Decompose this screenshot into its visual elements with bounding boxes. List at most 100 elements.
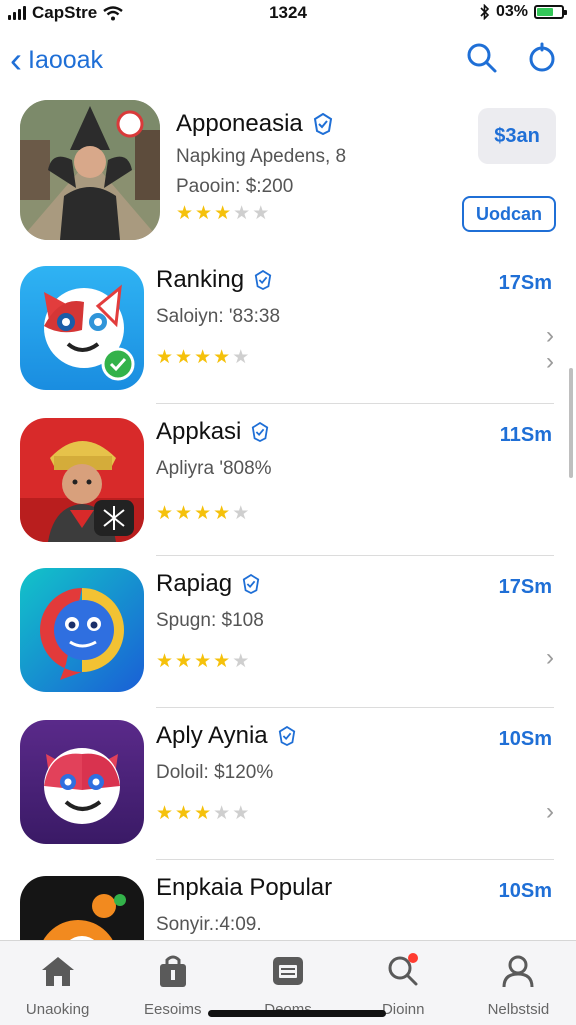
app-subtitle: Saloiyn: '83:38 bbox=[156, 306, 281, 327]
app-title: Aply Aynia bbox=[156, 722, 296, 750]
star-empty-icon: ★ bbox=[232, 651, 250, 672]
tab-label: Unaoking bbox=[25, 1001, 90, 1018]
star-filled-icon: ★ bbox=[176, 203, 194, 224]
rating-stars: ★ ★ ★ ★ ★ bbox=[156, 804, 249, 823]
star-filled-icon: ★ bbox=[175, 347, 193, 368]
tab-label: Nelbstsid bbox=[487, 1001, 550, 1018]
app-name: Appkasi bbox=[156, 418, 242, 445]
verified-badge-icon bbox=[313, 113, 332, 135]
star-empty-icon: ★ bbox=[252, 203, 270, 224]
back-label: Iaooak bbox=[28, 45, 104, 74]
nav-actions bbox=[466, 42, 558, 74]
app-list: Apponeasia Napking Apedens, 8 Paooin: $:… bbox=[0, 96, 576, 1012]
featured-app-title: Apponeasia bbox=[176, 110, 333, 138]
refresh-icon[interactable] bbox=[526, 42, 558, 74]
star-empty-icon: ★ bbox=[232, 347, 250, 368]
chevron-right-icon[interactable]: › bbox=[546, 348, 554, 376]
app-title: Ranking bbox=[156, 266, 272, 294]
star-filled-icon: ★ bbox=[213, 347, 231, 368]
battery-percent: 03% bbox=[495, 3, 528, 20]
get-button[interactable]: $3an bbox=[478, 108, 556, 164]
price-label[interactable]: 17Sm bbox=[499, 576, 552, 599]
app-title: Enpkaia Popular bbox=[156, 874, 332, 902]
chevron-right-icon[interactable]: › bbox=[546, 798, 554, 826]
star-filled-icon: ★ bbox=[156, 651, 174, 672]
star-filled-icon: ★ bbox=[213, 651, 231, 672]
home-icon bbox=[41, 957, 74, 986]
verified-badge-icon bbox=[242, 574, 260, 594]
verified-badge-icon bbox=[254, 270, 272, 290]
star-filled-icon: ★ bbox=[175, 503, 193, 524]
list-item[interactable]: Ranking Saloiyn: '83:38 ★ ★ ★ ★ ★ 17Sm › › bbox=[0, 252, 576, 404]
tab-ranking[interactable]: Unaoking bbox=[0, 941, 115, 1025]
chevron-right-icon[interactable]: › bbox=[546, 644, 554, 672]
status-bar: CapStre 1324 03% bbox=[0, 0, 576, 28]
nav-bar: ‹ Iaooak bbox=[0, 36, 576, 86]
featured-app-detail: Paooin: $:200 bbox=[176, 176, 294, 197]
person-icon bbox=[502, 955, 534, 988]
verified-badge-icon bbox=[252, 422, 269, 442]
scrollbar[interactable] bbox=[569, 368, 573, 478]
star-filled-icon: ★ bbox=[195, 203, 213, 224]
app-icon bbox=[20, 266, 144, 390]
chevron-right-icon[interactable]: › bbox=[546, 322, 554, 350]
app-title: Rapiag bbox=[156, 570, 260, 598]
verified-badge-icon bbox=[278, 726, 295, 746]
bag-icon bbox=[159, 955, 186, 987]
star-filled-icon: ★ bbox=[156, 347, 174, 368]
price-label[interactable]: 11Sm bbox=[500, 424, 552, 447]
chevron-left-icon: ‹ bbox=[10, 39, 22, 80]
list-item[interactable]: Aply Aynia Doloil: $120% ★ ★ ★ ★ ★ 10Sm › bbox=[0, 708, 576, 860]
star-filled-icon: ★ bbox=[175, 651, 193, 672]
star-empty-icon: ★ bbox=[213, 803, 231, 824]
battery-icon bbox=[534, 5, 567, 19]
list-item[interactable]: Rapiag Spugn: $108 ★ ★ ★ ★ ★ 17Sm › bbox=[0, 556, 576, 708]
app-subtitle: Sonyir.:4:09. bbox=[156, 914, 262, 935]
star-filled-icon: ★ bbox=[194, 503, 212, 524]
document-icon bbox=[273, 957, 303, 985]
status-right: 03% bbox=[480, 3, 567, 21]
featured-app-row[interactable]: Apponeasia Napking Apedens, 8 Paooin: $:… bbox=[0, 96, 576, 252]
tab-label: Dioinn bbox=[381, 1001, 425, 1018]
back-button[interactable]: ‹ Iaooak bbox=[10, 42, 103, 78]
home-indicator bbox=[208, 1010, 386, 1017]
star-filled-icon: ★ bbox=[194, 803, 212, 824]
featured-app-name: Apponeasia bbox=[176, 110, 303, 137]
open-button[interactable]: Uodcan bbox=[462, 196, 556, 232]
price-label[interactable]: 17Sm bbox=[499, 272, 552, 295]
star-filled-icon: ★ bbox=[175, 803, 193, 824]
rating-stars: ★ ★ ★ ★ ★ bbox=[156, 652, 249, 671]
star-filled-icon: ★ bbox=[194, 347, 212, 368]
list-item[interactable]: Appkasi Apliyra '808% ★ ★ ★ ★ ★ 11Sm bbox=[0, 404, 576, 556]
price-label[interactable]: 10Sm bbox=[499, 728, 552, 751]
price-label[interactable]: 10Sm bbox=[499, 880, 552, 903]
app-icon bbox=[20, 568, 144, 692]
star-empty-icon: ★ bbox=[232, 503, 250, 524]
app-icon bbox=[20, 720, 144, 844]
featured-app-icon bbox=[20, 100, 160, 240]
rating-stars: ★ ★ ★ ★ ★ bbox=[176, 204, 269, 223]
search-icon[interactable] bbox=[466, 42, 498, 74]
app-subtitle: Spugn: $108 bbox=[156, 610, 264, 631]
featured-app-subtitle: Napking Apedens, 8 bbox=[176, 146, 347, 167]
star-filled-icon: ★ bbox=[214, 203, 232, 224]
app-name: Rapiag bbox=[156, 570, 233, 597]
app-subtitle: Doloil: $120% bbox=[156, 762, 274, 783]
tab-profile[interactable]: Nelbstsid bbox=[461, 941, 576, 1025]
star-empty-icon: ★ bbox=[232, 803, 250, 824]
app-name: Aply Aynia bbox=[156, 722, 268, 749]
app-name: Ranking bbox=[156, 266, 245, 293]
app-name: Enpkaia Popular bbox=[156, 874, 333, 901]
star-empty-icon: ★ bbox=[233, 203, 251, 224]
star-filled-icon: ★ bbox=[156, 803, 174, 824]
rating-stars: ★ ★ ★ ★ ★ bbox=[156, 348, 249, 367]
rating-stars: ★ ★ ★ ★ ★ bbox=[156, 504, 249, 523]
star-filled-icon: ★ bbox=[194, 651, 212, 672]
app-title: Appkasi bbox=[156, 418, 269, 446]
app-subtitle: Apliyra '808% bbox=[156, 458, 272, 479]
star-filled-icon: ★ bbox=[213, 503, 231, 524]
bluetooth-icon bbox=[480, 4, 490, 20]
tab-label: Eesoims bbox=[144, 1001, 202, 1018]
star-filled-icon: ★ bbox=[156, 503, 174, 524]
app-icon bbox=[20, 418, 144, 542]
